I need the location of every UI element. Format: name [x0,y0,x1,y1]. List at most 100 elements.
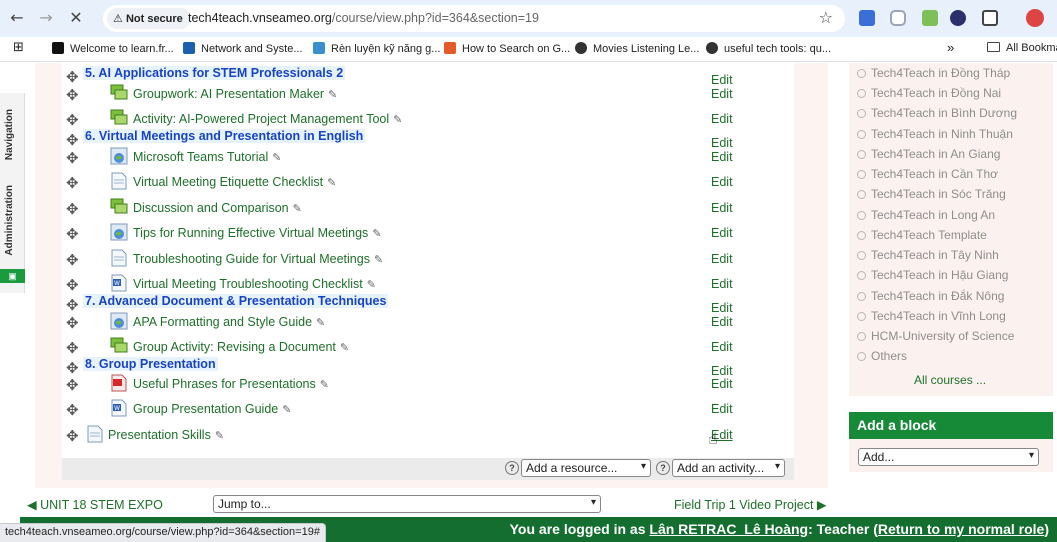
edit-link[interactable]: Edit [711,377,733,391]
pencil-icon[interactable]: ✎ [328,88,337,101]
category-item[interactable]: Tech4Teach in Đồng Tháp [857,66,1010,80]
apps-grid-icon[interactable]: ⊞ [13,40,24,55]
pencil-icon[interactable]: ✎ [282,403,291,416]
extension-icon[interactable] [859,10,875,26]
help-icon[interactable]: ? [505,461,519,475]
activity-link[interactable]: Troubleshooting Guide for Virtual Meetin… [133,252,383,266]
category-item[interactable]: Tech4Teach in Ninh Thuận [857,127,1013,141]
activity-link[interactable]: Activity: AI-Powered Project Management … [133,112,402,126]
move-icon[interactable]: ✥ [66,401,79,419]
pencil-icon[interactable]: ✎ [215,429,224,442]
category-item[interactable]: Tech4Teach in Vĩnh Long [857,309,1006,323]
edit-link[interactable]: Edit [711,402,733,416]
edit-link[interactable]: Edit [711,315,733,329]
edit-link[interactable]: Edit [711,277,733,291]
pencil-icon[interactable]: ✎ [272,151,281,164]
edit-link[interactable]: Edit [711,252,733,266]
edit-link[interactable]: Edit [711,201,733,215]
puzzle-extensions-icon[interactable] [982,10,998,26]
address-bar[interactable]: ⚠ Not secure tech4teach.vnseameo.org/cou… [103,5,845,32]
activity-link[interactable]: Virtual Meeting Troubleshooting Checklis… [133,277,376,291]
pencil-icon[interactable]: ✎ [374,253,383,266]
extension-icon[interactable] [922,10,938,26]
bookmark-star-icon[interactable]: ☆ [819,8,833,27]
category-item[interactable]: Tech4Teach Template [857,228,987,242]
edit-link[interactable]: Edit [711,175,733,189]
pencil-icon[interactable]: ✎ [316,316,325,329]
activity-link[interactable]: Virtual Meeting Etiquette Checklist ✎ [133,175,336,189]
back-icon[interactable]: ← [7,8,27,28]
move-icon[interactable]: ✥ [66,149,79,167]
bookmark-item[interactable]: Network and Syste... [183,42,303,55]
bookmark-item[interactable]: Movies Listening Le... [575,42,699,55]
activity-link[interactable]: Microsoft Teams Tutorial ✎ [133,150,281,164]
jump-to-select[interactable]: Jump to... ▾ [213,495,601,513]
category-item[interactable]: Tech4Teach in Sóc Trăng [857,187,1006,201]
pencil-icon[interactable]: ✎ [372,227,381,240]
bookmark-item[interactable]: How to Search on G... [444,42,570,55]
move-icon[interactable]: ✥ [66,339,79,357]
add-block-select[interactable]: Add... ▾ [858,448,1039,466]
previous-section-link[interactable]: ◀ UNIT 18 STEM EXPO [27,497,163,512]
activity-link[interactable]: Tips for Running Effective Virtual Meeti… [133,226,382,240]
activity-link[interactable]: Group Activity: Revising a Document ✎ [133,340,349,354]
category-item[interactable]: Tech4Teach in Đắk Nông [857,289,1004,303]
user-profile-link[interactable]: Lân RETRAC_Lê Hoàng [649,521,808,537]
activity-link[interactable]: Useful Phrases for Presentations ✎ [133,377,329,391]
administration-dock-tab[interactable]: Administration [4,185,15,256]
bookmark-item[interactable]: useful tech tools: qu... [706,42,831,55]
pencil-icon[interactable]: ✎ [340,341,349,354]
all-bookmarks[interactable]: All Bookmarks [987,42,1057,54]
move-icon[interactable]: ✥ [66,251,79,269]
move-icon[interactable]: ✥ [66,111,79,129]
activity-link[interactable]: Group Presentation Guide ✎ [133,402,291,416]
bookmark-item[interactable]: Welcome to learn.fr... [52,42,174,55]
stop-loading-icon[interactable]: ✕ [66,8,86,28]
help-icon[interactable]: ? [656,461,670,475]
edit-link[interactable]: Edit [711,226,733,240]
security-chip[interactable]: ⚠ Not secure [107,8,191,29]
navigation-dock-tab[interactable]: Navigation [4,109,15,160]
category-item[interactable]: Tech4Teach in An Giang [857,147,1000,161]
move-icon[interactable]: ✥ [66,427,79,445]
activity-link[interactable]: APA Formatting and Style Guide ✎ [133,315,325,329]
pencil-icon[interactable]: ✎ [293,202,302,215]
edit-link[interactable]: Edit [711,112,733,126]
category-item[interactable]: Tech4Teach in Long An [857,208,995,222]
edit-link[interactable]: Edit [711,150,733,164]
next-section-link[interactable]: Field Trip 1 Video Project ▶ [674,497,827,512]
pencil-icon[interactable]: ✎ [320,378,329,391]
move-icon[interactable]: ✥ [66,314,79,332]
move-icon[interactable]: ✥ [66,86,79,104]
move-icon[interactable]: ✥ [66,174,79,192]
url-text[interactable]: tech4teach.vnseameo.org/course/view.php?… [188,11,539,25]
extension-icon[interactable] [950,10,966,26]
bookmark-item[interactable]: Rèn luyện kỹ năng g... [313,42,440,55]
move-icon[interactable]: ✥ [66,376,79,394]
add-activity-select[interactable]: Add an activity... ▾ [672,459,785,477]
section-title[interactable]: 7. Advanced Document & Presentation Tech… [83,294,389,308]
category-item[interactable]: HCM-University of Science [857,329,1014,343]
activity-link[interactable]: Discussion and Comparison ✎ [133,201,302,215]
category-item[interactable]: Tech4Teach in Tây Ninh [857,248,999,262]
add-resource-select[interactable]: Add a resource... ▾ [521,459,651,477]
edit-link[interactable]: Edit [711,87,733,101]
all-courses-link[interactable]: All courses ... [914,373,986,387]
section-title[interactable]: 8. Group Presentation [83,357,218,371]
activity-link[interactable]: Presentation Skills ✎ [108,428,224,442]
return-normal-role-link[interactable]: Return to my normal role [878,521,1044,537]
section-title[interactable]: 5. AI Applications for STEM Professional… [83,66,346,80]
pencil-icon[interactable]: ✎ [367,278,376,291]
pencil-icon[interactable]: ✎ [393,113,402,126]
bookmarks-overflow-icon[interactable]: » [947,40,954,55]
move-icon[interactable]: ✥ [66,200,79,218]
forward-icon[interactable]: → [36,8,56,28]
category-item[interactable]: Others [857,349,907,363]
dock-toggle-icon[interactable]: ▣ [0,269,25,283]
category-item[interactable]: Tech4Teach in Bình Dương [857,106,1017,120]
move-icon[interactable]: ✥ [66,276,79,294]
edit-link[interactable]: Edit [711,340,733,354]
shield-extension-icon[interactable] [890,10,906,26]
section-title[interactable]: 6. Virtual Meetings and Presentation in … [83,129,366,143]
pencil-icon[interactable]: ✎ [327,176,336,189]
